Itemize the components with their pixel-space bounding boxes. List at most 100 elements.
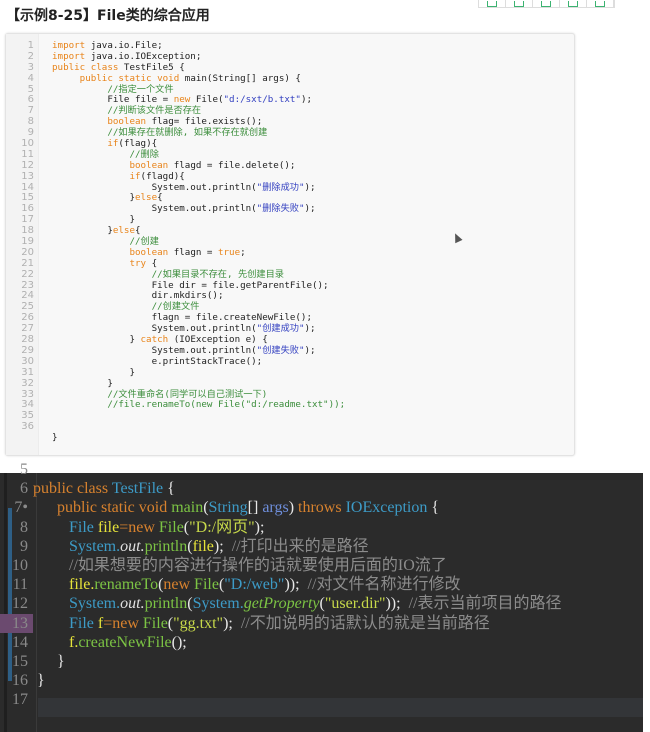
code-token: } <box>52 225 113 237</box>
line-number: 15 <box>12 652 28 670</box>
code-token: //表示当前项目的路径 <box>408 595 562 613</box>
save-icon[interactable] <box>560 0 587 7</box>
code-token: new <box>173 94 191 106</box>
code-token: "删除成功" <box>256 181 305 193</box>
code-token: (flag){ <box>118 138 158 150</box>
code-token: File file = <box>52 94 174 106</box>
code-text: } <box>38 432 58 444</box>
code-token: java.io.File; <box>85 40 163 51</box>
code-line <box>6 444 345 455</box>
code-text: File f=new File("gg.txt"); //不加说明的话默认的就是… <box>33 614 490 633</box>
code-token: boolean <box>107 116 147 128</box>
code-token: ; <box>240 246 246 258</box>
code-token: =new <box>119 518 159 536</box>
code-line: 34 //file.renameTo(new File("d:/readme.t… <box>6 399 345 411</box>
code-token: } <box>52 214 135 226</box>
code-line: } <box>6 432 345 444</box>
code-token: args <box>262 499 289 517</box>
code-token: [] <box>247 499 263 517</box>
code-line: 35 <box>6 410 345 422</box>
code-token: flag= file.exists(); <box>146 116 263 128</box>
code-token: ); <box>213 537 232 555</box>
code-token: } <box>52 432 58 444</box>
code-token: "删除失败" <box>256 203 305 215</box>
code-token: catch <box>140 334 169 346</box>
code-token: flagn = <box>168 246 218 258</box>
code-line: 5 <box>0 460 561 479</box>
code-token: System.out.println( <box>52 203 257 215</box>
code-text: file.renameTo(new File("D:/web")); //对文件… <box>33 575 460 594</box>
code-line: 10 //如果想要的内容进行操作的话就要使用后面的IO流了 <box>0 556 561 575</box>
code-token: String <box>208 499 248 517</box>
code-token: flagn = file.createNewFile(); <box>52 312 312 324</box>
code-token: file <box>192 537 214 555</box>
code-token: throws <box>298 499 346 517</box>
code-token: "创建成功" <box>256 323 305 335</box>
code-line: 13 File f=new File("gg.txt"); //不加说明的话默认… <box>0 613 561 633</box>
code-token: File dir = file.getParentFile(); <box>52 279 329 291</box>
line-number: 4 <box>27 72 34 84</box>
print-icon[interactable] <box>533 0 560 7</box>
code-token: public class <box>33 480 112 498</box>
code-token: ); <box>304 203 316 215</box>
code-token: "创建失败" <box>256 344 305 356</box>
copy-icon[interactable] <box>479 0 506 7</box>
code-token: main <box>171 499 204 517</box>
code-token: //文件重命名(同学可以自己测试一下) <box>107 388 268 400</box>
article-toolbar <box>478 0 615 8</box>
code-token: "d:/sxt/b.txt" <box>223 94 301 106</box>
code-token: } <box>52 334 141 346</box>
code-token: TestFile <box>111 480 164 498</box>
code-line: 7• public static void main(String[] args… <box>0 498 561 517</box>
code-token: "gg.txt" <box>173 614 224 632</box>
code-token: flagd = file.delete(); <box>168 159 296 171</box>
code-token: if <box>129 170 141 182</box>
code-token: =new <box>103 614 143 632</box>
code-text: f.createNewFile(); <box>33 633 187 652</box>
line-number: 36 <box>21 421 34 433</box>
code-line: 12 System.out.println(System.getProperty… <box>0 594 561 613</box>
share-icon[interactable] <box>506 0 533 7</box>
code-token: ); <box>254 518 265 536</box>
line-number: 13 <box>21 170 34 182</box>
code-token: public class <box>52 61 119 73</box>
ide-editor[interactable]: 5 6 public class TestFile {7• public stati… <box>0 461 643 732</box>
code-token: } <box>52 192 135 204</box>
code-token: { <box>427 499 440 517</box>
line-number: 16 <box>12 672 28 690</box>
code-token: System.out.println( <box>52 323 257 335</box>
code-token: ); <box>223 614 241 632</box>
code-token: import <box>52 40 86 51</box>
code-token: //不加说明的话默认的就是当前路径 <box>240 614 490 632</box>
code-token: )); <box>385 595 409 613</box>
line-number: 12 <box>12 595 28 613</box>
line-number: 17 <box>12 691 28 709</box>
code-line: 6 public class TestFile { <box>0 479 561 498</box>
code-token: } <box>33 672 45 690</box>
more-icon[interactable] <box>587 0 614 7</box>
code-token: file <box>97 518 120 536</box>
line-number: 22 <box>21 268 34 280</box>
code-token: //判断该文件是否存在 <box>107 105 202 117</box>
code-token: e.printStackTrace(); <box>52 355 263 367</box>
section-title: 【示例8-25】File类的综合应用 <box>6 8 210 24</box>
code-token: } <box>33 652 65 670</box>
code-text: public static void main(String[] args) t… <box>33 498 439 517</box>
code-line: 11 file.renameTo(new File("D:/web")); //… <box>0 575 561 594</box>
code-line: 17 <box>0 690 561 709</box>
code-token: createNewFile <box>78 633 172 651</box>
code-line: 9 System.out.println(file); //打印出来的是路径 <box>0 537 561 556</box>
code-token: dir.mkdirs(); <box>52 290 224 302</box>
line-number: 14 <box>12 633 28 651</box>
